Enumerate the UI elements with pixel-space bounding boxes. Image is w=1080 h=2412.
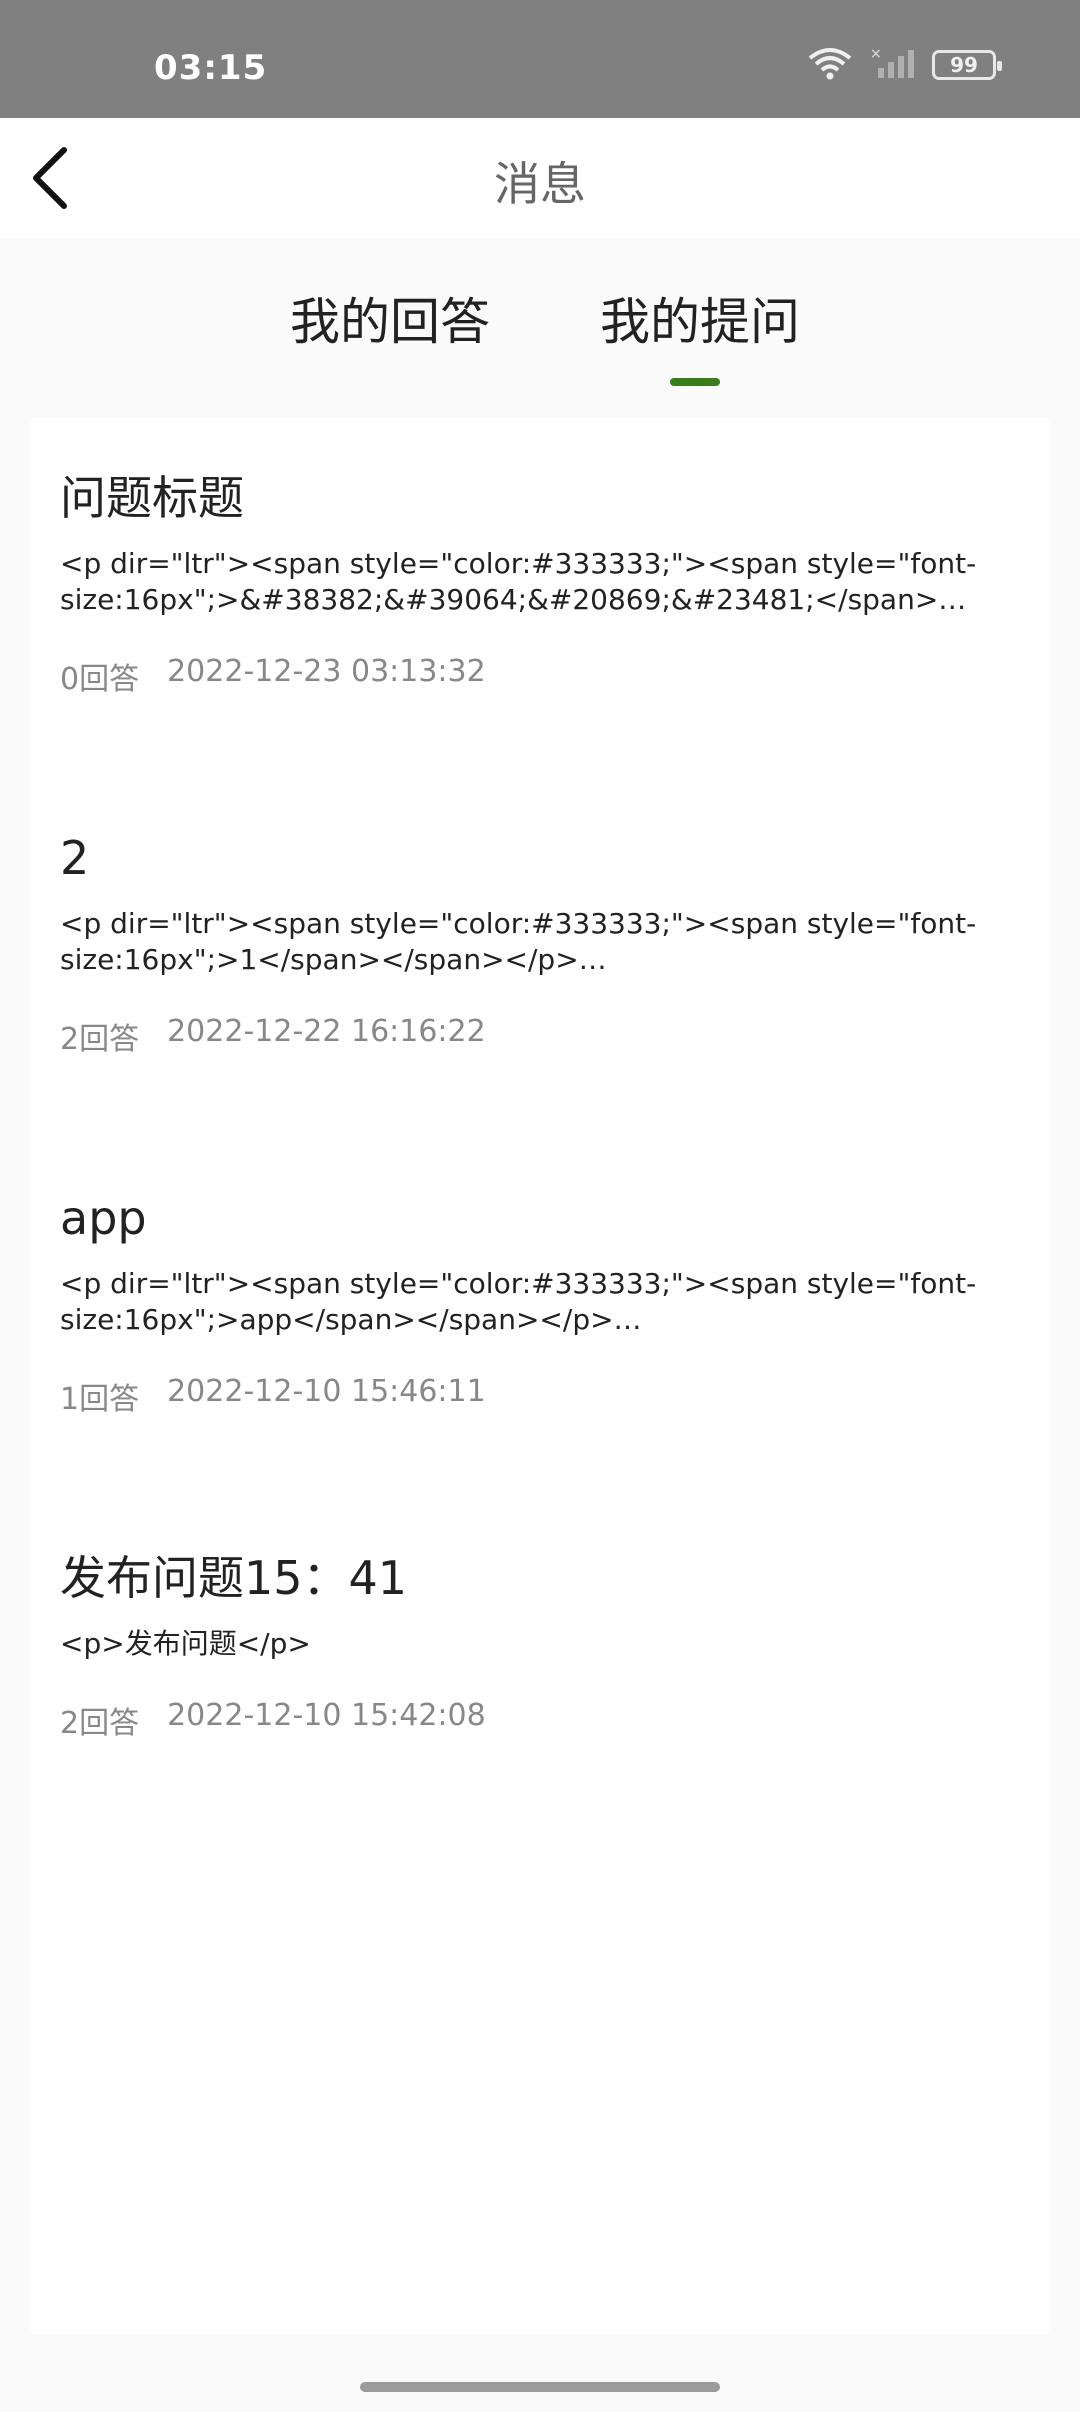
answer-count: 0回答 xyxy=(60,662,140,697)
question-preview: <p dir="ltr"><span style="color:#333333;… xyxy=(60,547,977,616)
question-title: app xyxy=(60,1191,147,1245)
list-item[interactable]: 问题标题 <p dir="ltr"><span style="color:#33… xyxy=(60,468,1040,698)
question-title: 发布问题15：41 xyxy=(60,1551,408,1605)
status-time: 03:15 xyxy=(154,48,268,88)
tab-my-answers[interactable]: 我的回答 xyxy=(290,282,490,354)
tab-my-questions[interactable]: 我的提问 xyxy=(600,282,800,354)
top-app-bar: 消息 xyxy=(0,118,1080,238)
question-time: 2022-12-23 03:13:32 xyxy=(167,654,486,689)
home-indicator[interactable] xyxy=(360,2382,720,2392)
list-item[interactable]: 发布问题15：41 <p>发布问题</p> 2回答 2022-12-10 15:… xyxy=(60,1548,1040,1742)
question-meta: 0回答 2022-12-23 03:13:32 xyxy=(60,654,1040,698)
battery-icon: 99 xyxy=(932,50,1002,80)
list-item[interactable]: app <p dir="ltr"><span style="color:#333… xyxy=(60,1188,1040,1418)
question-time: 2022-12-10 15:46:11 xyxy=(167,1374,486,1409)
tab-bar: 我的回答 我的提问 xyxy=(0,238,1080,418)
question-title: 2 xyxy=(60,831,90,885)
question-preview: <p>发布问题</p> xyxy=(60,1627,311,1660)
answer-count: 2回答 xyxy=(60,1022,140,1057)
page-title: 消息 xyxy=(494,157,586,211)
svg-text:×: × xyxy=(870,46,882,62)
question-preview: <p dir="ltr"><span style="color:#333333;… xyxy=(60,907,977,976)
question-time: 2022-12-10 15:42:08 xyxy=(167,1698,486,1733)
status-bar: 03:15 × 99 xyxy=(0,0,1080,118)
question-title: 问题标题 xyxy=(60,471,244,525)
wifi-icon xyxy=(808,46,852,84)
question-meta: 2回答 2022-12-22 16:16:22 xyxy=(60,1014,1040,1058)
list-item[interactable]: 2 <p dir="ltr"><span style="color:#33333… xyxy=(60,828,1040,1058)
signal-icon: × xyxy=(868,46,916,84)
battery-level: 99 xyxy=(950,53,978,77)
question-preview: <p dir="ltr"><span style="color:#333333;… xyxy=(60,1267,977,1336)
question-list: 问题标题 <p dir="ltr"><span style="color:#33… xyxy=(30,418,1050,2334)
question-meta: 2回答 2022-12-10 15:42:08 xyxy=(60,1698,1040,1742)
answer-count: 1回答 xyxy=(60,1382,140,1417)
answer-count: 2回答 xyxy=(60,1706,140,1741)
status-icons: × 99 xyxy=(808,46,1002,84)
question-meta: 1回答 2022-12-10 15:46:11 xyxy=(60,1374,1040,1418)
question-time: 2022-12-22 16:16:22 xyxy=(167,1014,486,1049)
active-tab-indicator xyxy=(670,378,720,386)
